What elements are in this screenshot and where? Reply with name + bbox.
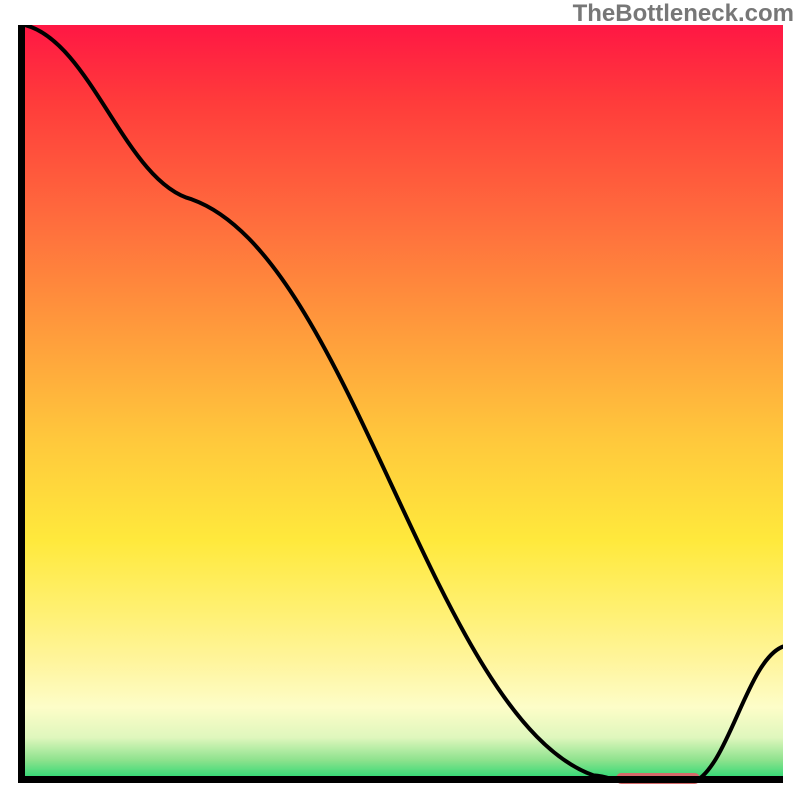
y-axis [18,25,25,783]
plot-gradient-background [25,25,783,783]
axis-corner [18,776,25,783]
watermark-label: TheBottleneck.com [573,0,794,28]
chart-container: TheBottleneck.com [0,0,800,800]
x-axis [25,776,783,783]
